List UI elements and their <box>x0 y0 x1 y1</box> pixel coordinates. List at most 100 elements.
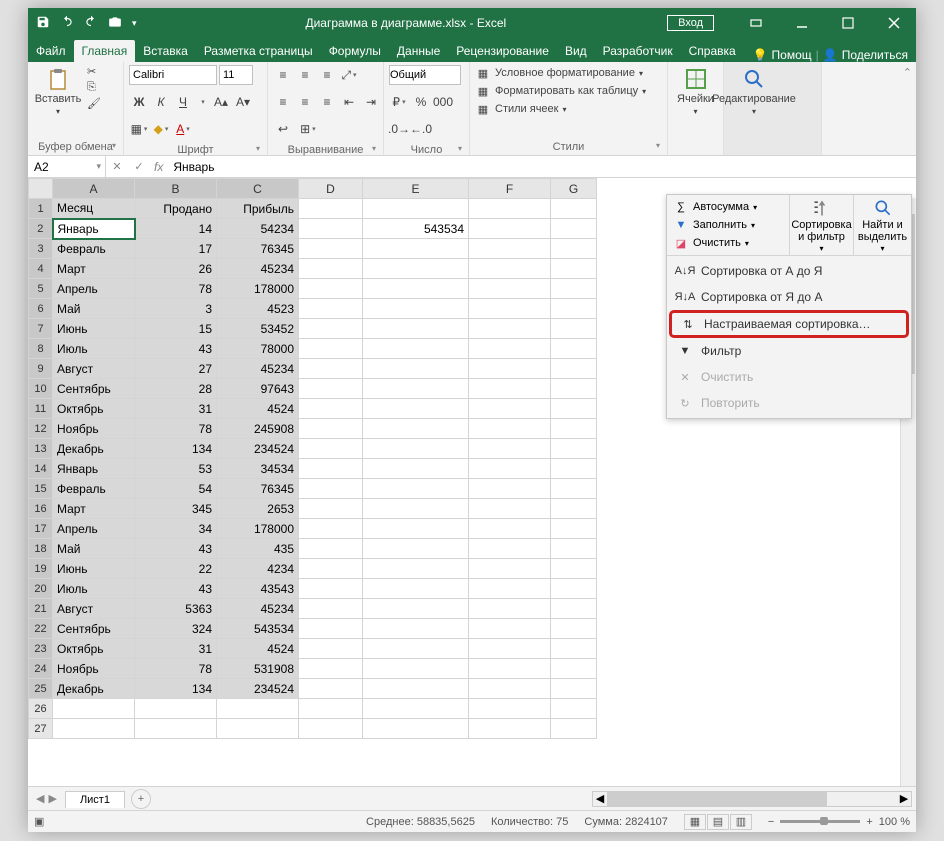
row-header[interactable]: 6 <box>29 299 53 319</box>
cell[interactable] <box>551 639 597 659</box>
cell[interactable] <box>135 719 217 739</box>
cell[interactable] <box>469 519 551 539</box>
cell[interactable] <box>363 319 469 339</box>
cell[interactable] <box>363 259 469 279</box>
cell[interactable] <box>363 459 469 479</box>
tab-formulas[interactable]: Формулы <box>321 40 389 62</box>
share-button[interactable]: Поделиться <box>842 48 908 62</box>
cell[interactable] <box>363 199 469 219</box>
cell[interactable]: Сентябрь <box>53 619 135 639</box>
cell[interactable] <box>363 359 469 379</box>
cell[interactable] <box>299 419 363 439</box>
align-bottom-icon[interactable]: ≡ <box>317 65 337 85</box>
cell[interactable] <box>551 539 597 559</box>
col-header[interactable]: C <box>217 179 299 199</box>
cell[interactable] <box>469 219 551 239</box>
cell[interactable] <box>469 499 551 519</box>
row-header[interactable]: 16 <box>29 499 53 519</box>
sheet-tab[interactable]: Лист1 <box>65 791 125 808</box>
select-all-corner[interactable] <box>29 179 53 199</box>
font-color-button[interactable]: A <box>173 119 193 139</box>
cell[interactable] <box>469 239 551 259</box>
cell[interactable]: Декабрь <box>53 679 135 699</box>
cell[interactable] <box>299 299 363 319</box>
cell[interactable] <box>363 519 469 539</box>
row-header[interactable]: 5 <box>29 279 53 299</box>
cell[interactable]: 435 <box>217 539 299 559</box>
cell[interactable] <box>363 619 469 639</box>
save-icon[interactable] <box>36 15 50 32</box>
align-top-icon[interactable]: ≡ <box>273 65 293 85</box>
cell[interactable] <box>363 499 469 519</box>
conditional-formatting-button[interactable]: ▦Условное форматирование▾ <box>475 65 646 81</box>
row-header[interactable]: 4 <box>29 259 53 279</box>
cell[interactable] <box>469 199 551 219</box>
cell[interactable]: 543534 <box>363 219 469 239</box>
cell[interactable]: 234524 <box>217 679 299 699</box>
row-header[interactable]: 26 <box>29 699 53 719</box>
dec-decimal-icon[interactable]: ←.0 <box>411 119 431 139</box>
cut-icon[interactable]: ✂ <box>87 65 101 78</box>
row-header[interactable]: 1 <box>29 199 53 219</box>
fill-color-button[interactable]: ◆ <box>151 119 171 139</box>
cell[interactable] <box>469 359 551 379</box>
cell[interactable] <box>551 399 597 419</box>
cell[interactable]: 45234 <box>217 599 299 619</box>
cell[interactable]: 134 <box>135 439 217 459</box>
cell[interactable]: 17 <box>135 239 217 259</box>
row-header[interactable]: 25 <box>29 679 53 699</box>
cell[interactable] <box>135 699 217 719</box>
cell[interactable] <box>551 699 597 719</box>
cell[interactable] <box>469 699 551 719</box>
cell[interactable] <box>363 279 469 299</box>
orientation-icon[interactable]: ⤢ <box>339 65 359 85</box>
cell[interactable] <box>469 459 551 479</box>
sheet-nav-next-icon[interactable]: ▶ <box>48 792 56 805</box>
cell[interactable]: Месяц <box>53 199 135 219</box>
cell[interactable]: 245908 <box>217 419 299 439</box>
cell[interactable] <box>469 539 551 559</box>
cell[interactable]: 43543 <box>217 579 299 599</box>
align-right-icon[interactable]: ≡ <box>317 92 337 112</box>
sort-filter-button[interactable]: Сортировка и фильтр▾ <box>789 195 853 255</box>
cell[interactable] <box>551 219 597 239</box>
cell[interactable]: 53 <box>135 459 217 479</box>
cell[interactable] <box>551 679 597 699</box>
tab-insert[interactable]: Вставка <box>135 40 196 62</box>
camera-icon[interactable] <box>108 15 122 32</box>
cell[interactable] <box>363 439 469 459</box>
formula-input[interactable]: Январь <box>167 160 916 174</box>
cell[interactable] <box>551 499 597 519</box>
cell[interactable]: 178000 <box>217 279 299 299</box>
cell[interactable]: Октябрь <box>53 399 135 419</box>
cell[interactable]: Июнь <box>53 319 135 339</box>
cell[interactable]: 234524 <box>217 439 299 459</box>
cell[interactable] <box>551 439 597 459</box>
find-select-button[interactable]: Найти и выделить▾ <box>853 195 911 255</box>
redo-icon[interactable] <box>84 15 98 32</box>
comma-icon[interactable]: 000 <box>433 92 453 112</box>
maximize-icon[interactable] <box>826 8 870 38</box>
row-header[interactable]: 7 <box>29 319 53 339</box>
cell[interactable] <box>551 299 597 319</box>
cell[interactable] <box>299 559 363 579</box>
autosum-button[interactable]: ∑Автосумма ▾ <box>673 199 783 215</box>
cell[interactable] <box>551 379 597 399</box>
cell[interactable] <box>469 399 551 419</box>
cell[interactable]: 97643 <box>217 379 299 399</box>
row-header[interactable]: 14 <box>29 459 53 479</box>
minimize-icon[interactable] <box>780 8 824 38</box>
row-header[interactable]: 18 <box>29 539 53 559</box>
row-header[interactable]: 12 <box>29 419 53 439</box>
cell[interactable] <box>299 359 363 379</box>
shrink-font-button[interactable]: A▾ <box>233 92 253 112</box>
zoom-level[interactable]: 100 % <box>879 816 910 828</box>
menu-filter[interactable]: ▼Фильтр <box>667 338 911 364</box>
cell[interactable] <box>299 619 363 639</box>
cell[interactable] <box>469 379 551 399</box>
login-button[interactable]: Вход <box>667 15 714 31</box>
row-header[interactable]: 3 <box>29 239 53 259</box>
cell[interactable]: Декабрь <box>53 439 135 459</box>
cell[interactable] <box>469 639 551 659</box>
cell[interactable] <box>299 459 363 479</box>
